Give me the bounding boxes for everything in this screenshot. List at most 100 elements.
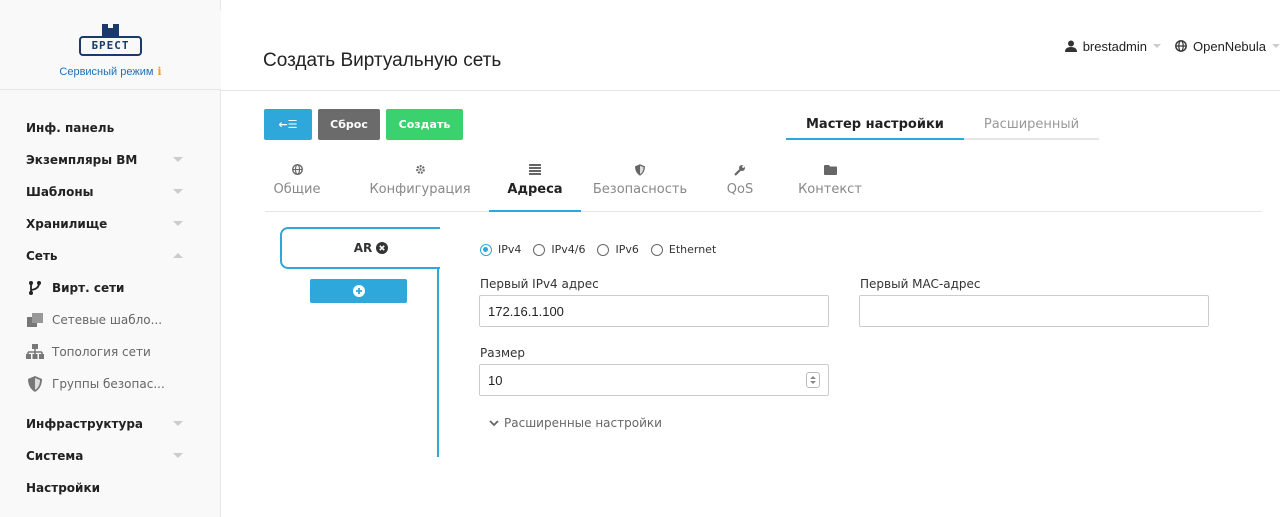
sidebar-item-label: Система: [26, 449, 84, 463]
tab-addresses[interactable]: Адреса: [489, 160, 581, 212]
advanced-settings-label: Расширенные настройки: [504, 416, 662, 430]
mac-label: Первый MAC-адрес: [860, 277, 981, 291]
sidebar-item-settings[interactable]: Настройки: [0, 472, 221, 504]
sidebar-item-label: Экземпляры ВМ: [26, 153, 138, 167]
info-icon[interactable]: ℹ: [157, 66, 161, 78]
sidebar-item-vnet-templates[interactable]: Сетевые шабло...: [0, 304, 221, 336]
mode-tabs: Мастер настройки Расширенный: [786, 110, 1100, 140]
service-mode-label[interactable]: Сервисный режим ℹ: [0, 65, 221, 78]
ipv4-input[interactable]: 172.16.1.100: [479, 295, 829, 327]
ipv4-label: Первый IPv4 адрес: [480, 277, 599, 291]
sidebar-item-vnets[interactable]: Вирт. сети: [0, 272, 221, 304]
ar-panel-border: [437, 267, 439, 457]
add-ar-button[interactable]: [310, 279, 407, 303]
section-tabs: Общие Конфигурация Адреса Безопасность Q…: [265, 160, 1262, 212]
list-icon: [489, 160, 581, 180]
radio-label: IPv4: [498, 243, 522, 256]
sidebar-item-label: Инфраструктура: [26, 417, 144, 431]
ar-tab[interactable]: AR: [280, 227, 440, 269]
tab-advanced[interactable]: Расширенный: [963, 110, 1100, 140]
logo-area: БРЕСТ Сервисный режим ℹ: [0, 10, 221, 90]
size-label: Размер: [480, 346, 526, 360]
tab-wizard[interactable]: Мастер настройки: [786, 110, 964, 140]
reset-button[interactable]: Сброс: [318, 109, 380, 140]
sidebar-item-security-groups[interactable]: Группы безопас...: [0, 368, 221, 400]
sidebar-item-storage[interactable]: Хранилище: [0, 208, 221, 240]
size-value: 10: [488, 372, 503, 388]
chevron-down-icon: [173, 189, 183, 194]
ar-tab-label: AR: [353, 241, 373, 255]
mac-input[interactable]: [859, 295, 1209, 327]
chevron-down-icon: [489, 419, 499, 426]
sidebar-item-label: Шаблоны: [26, 185, 94, 199]
chevron-down-icon: [173, 157, 183, 162]
tab-label: QoS: [726, 182, 754, 197]
stepper-icon[interactable]: [806, 372, 820, 388]
gear-icon: [365, 160, 475, 180]
zone-menu[interactable]: OpenNebula: [1175, 39, 1280, 54]
shield-icon: [585, 160, 695, 180]
radio-dot: [480, 243, 492, 256]
wrench-icon: [720, 160, 760, 180]
sidebar-item-system[interactable]: Система: [0, 440, 221, 472]
plus-circle-icon: [352, 285, 365, 297]
tab-qos[interactable]: QoS: [720, 160, 760, 212]
advanced-settings-toggle[interactable]: Расширенные настройки: [489, 416, 662, 430]
tab-label: Безопасность: [592, 182, 688, 197]
radio-ethernet[interactable]: Ethernet: [650, 243, 717, 256]
logo-text: БРЕСТ: [91, 39, 130, 52]
user-name: brestadmin: [1082, 38, 1147, 54]
radio-dot: [533, 243, 546, 256]
sidebar-item-network[interactable]: Сеть: [0, 240, 221, 272]
user-menu[interactable]: brestadmin: [1064, 38, 1161, 54]
chevron-down-icon: [173, 221, 183, 226]
create-button[interactable]: Создать: [386, 109, 463, 140]
chevron-down-icon: [173, 421, 183, 426]
fork-icon: [26, 280, 44, 296]
folder-icon: [795, 160, 865, 180]
header-divider: [221, 90, 1280, 91]
sidebar-item-infrastructure[interactable]: Инфраструктура: [0, 408, 221, 440]
top-bar: brestadmin OpenNebula: [1064, 36, 1280, 56]
sitemap-icon: [26, 344, 44, 360]
chevron-down-icon: [173, 453, 183, 458]
tab-label: Конфигурация: [369, 182, 471, 197]
caret-down-icon: [1272, 44, 1280, 48]
tab-label: Общие: [273, 182, 321, 197]
page-title: Создать Виртуальную сеть: [263, 50, 502, 71]
sidebar-item-label: Хранилище: [26, 217, 108, 231]
address-type-radios: IPv4 IPv4/6 IPv6 Ethernet: [480, 243, 728, 256]
copy-icon: [26, 312, 44, 328]
sidebar-item-vms[interactable]: Экземпляры ВМ: [0, 144, 221, 176]
tab-label: Контекст: [798, 182, 862, 197]
sidebar-item-label: Инф. панель: [26, 121, 115, 135]
radio-ipv4-6[interactable]: IPv4/6: [533, 243, 585, 256]
user-icon: [1064, 40, 1077, 52]
service-mode-text: Сервисный режим: [59, 66, 154, 78]
sidebar-item-templates[interactable]: Шаблоны: [0, 176, 221, 208]
sidebar-nav: Инф. панель Экземпляры ВМ Шаблоны Хранил…: [0, 112, 221, 504]
tab-label: Адреса: [507, 182, 563, 197]
sidebar-item-label: Группы безопас...: [52, 377, 165, 391]
sidebar-item-label: Настройки: [26, 481, 101, 495]
radio-label: IPv4/6: [551, 243, 586, 256]
zone-name: OpenNebula: [1193, 38, 1266, 54]
globe-icon: [1175, 40, 1187, 52]
close-circle-icon[interactable]: [376, 242, 389, 254]
radio-label: IPv6: [615, 243, 639, 256]
globe-icon: [271, 160, 323, 180]
radio-ipv4[interactable]: IPv4: [480, 243, 521, 256]
caret-down-icon: [1153, 44, 1161, 48]
tab-general[interactable]: Общие: [271, 160, 323, 212]
back-button[interactable]: ←☰: [264, 109, 312, 140]
tab-security[interactable]: Безопасность: [585, 160, 695, 212]
tab-context[interactable]: Контекст: [795, 160, 865, 212]
sidebar-item-dashboard[interactable]: Инф. панель: [0, 112, 221, 144]
size-input[interactable]: 10: [479, 364, 829, 396]
sidebar-item-label: Сетевые шабло...: [52, 313, 163, 327]
sidebar-item-topology[interactable]: Топология сети: [0, 336, 221, 368]
radio-label: Ethernet: [668, 243, 717, 256]
sidebar-item-label: Сеть: [26, 249, 58, 263]
tab-configuration[interactable]: Конфигурация: [365, 160, 475, 212]
radio-ipv6[interactable]: IPv6: [597, 243, 639, 256]
